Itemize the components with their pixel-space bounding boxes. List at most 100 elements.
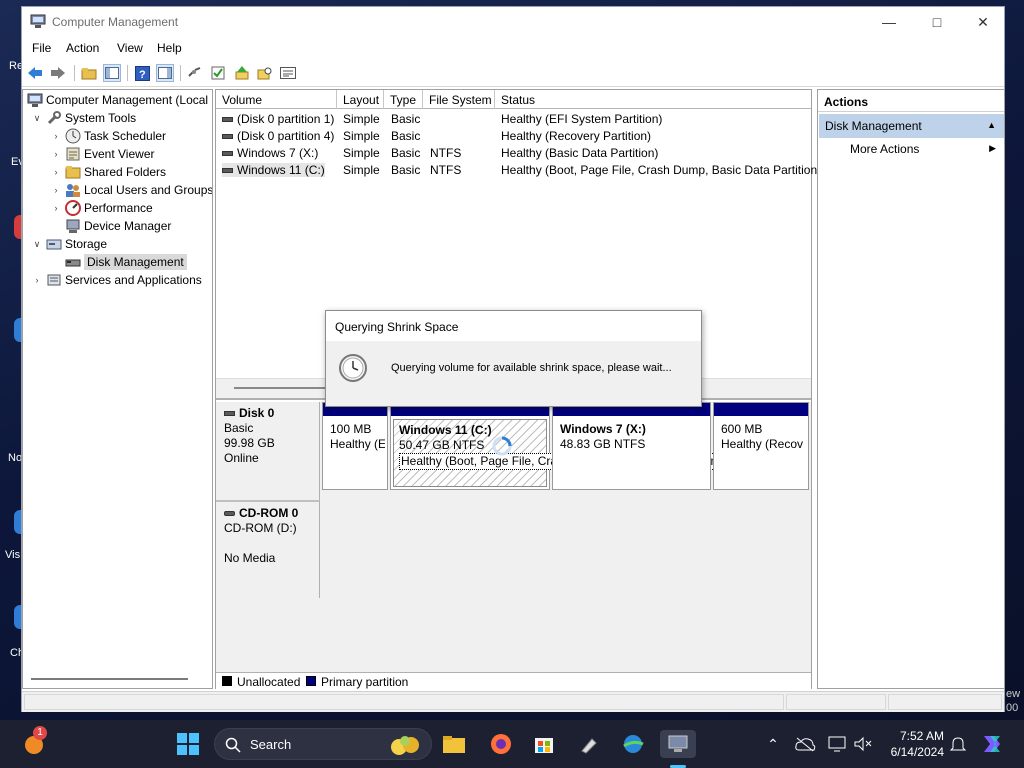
tree-item-services-apps[interactable]: › Services and Applications [31,271,202,289]
tree-item-label: Device Manager [84,219,172,233]
expand-chevron-icon[interactable]: › [31,275,43,285]
partition-efi[interactable]: 100 MB Healthy (E [322,402,388,490]
tree-item-performance[interactable]: › Performance [50,199,153,217]
volume-layout: Simple [343,146,380,160]
display-icon[interactable] [823,730,851,758]
up-folder-icon[interactable] [80,64,98,82]
clock-date: 6/14/2024 [890,745,944,759]
tree-item-disk-management[interactable]: Disk Management [50,253,187,271]
tree-item-storage[interactable]: ∨ Storage [31,235,107,253]
move-up-icon[interactable] [233,64,251,82]
menu-view[interactable]: View [117,41,143,55]
search-highlight-icon [391,736,419,755]
system-clock[interactable]: 7:52 AM 6/14/2024 [880,728,944,760]
maximize-button[interactable]: □ [914,7,960,37]
minimize-button[interactable]: — [866,7,912,37]
checklist-icon[interactable] [209,64,227,82]
volume-status: Healthy (Recovery Partition) [501,129,652,143]
partition-size: 600 MB [721,422,763,436]
disk-type: CD-ROM (D:) [224,521,297,535]
notifications-bell-icon[interactable] [944,730,972,758]
network-globe-icon[interactable] [619,730,647,758]
cloud-offline-icon[interactable] [791,730,819,758]
back-icon[interactable] [26,64,44,82]
volume-icon [222,168,233,174]
tree-root[interactable]: Computer Management (Local [25,91,208,109]
partition-status: Healthy (E [330,437,385,451]
firefox-icon[interactable] [487,730,515,758]
partition-size: 100 MB [330,422,372,436]
cdrom-empty-area [320,500,808,598]
menu-help[interactable]: Help [157,41,182,55]
dialog-message: Querying volume for available shrink spa… [391,362,672,374]
column-volume[interactable]: Volume [216,90,337,109]
shared-folder-icon [65,166,81,179]
connect-icon[interactable] [186,64,204,82]
properties-icon[interactable] [279,64,297,82]
taskbar-search-box[interactable]: Search [214,728,432,760]
tree-item-label: Services and Applications [65,273,202,287]
start-button-icon[interactable] [174,730,202,758]
expand-chevron-icon[interactable]: › [50,167,62,177]
copilot-icon[interactable] [978,730,1006,758]
tree-item-system-tools[interactable]: ∨ System Tools [31,109,136,127]
file-explorer-icon[interactable] [440,730,468,758]
expand-chevron-icon[interactable]: › [50,149,62,159]
volume-row-selected[interactable]: Windows 11 (C:) Simple Basic NTFS Health… [216,161,821,178]
column-file-system[interactable]: File System [423,90,495,109]
column-layout[interactable]: Layout [337,90,384,109]
tree-item-shared-folders[interactable]: › Shared Folders [50,163,167,181]
volume-status: Healthy (Basic Data Partition) [501,146,659,160]
disk-state: No Media [224,551,276,565]
more-actions-item[interactable]: More Actions [850,142,919,156]
show-hidden-icons-chevron-icon[interactable]: ⌃ [759,730,787,758]
legend-label: Primary partition [321,675,409,689]
desktop-edge-text: ew [1006,688,1021,700]
disk-0-label[interactable]: Disk 0 Basic 99.98 GB Online [216,402,320,500]
close-button[interactable]: ✕ [960,7,1006,37]
expand-chevron-icon[interactable]: › [50,131,62,141]
disk-icon [224,411,235,417]
computer-management-taskbar-icon[interactable] [660,730,696,758]
column-type[interactable]: Type [384,90,423,109]
volume-row[interactable]: Windows 7 (X:) Simple Basic NTFS Healthy… [216,144,811,161]
tree-item-device-manager[interactable]: Device Manager [50,217,171,235]
actions-pane: Actions Disk Management ▲ More Actions ▶ [817,89,1005,689]
status-segment [888,694,1002,710]
collapse-up-icon[interactable]: ▲ [987,120,996,130]
legend-swatch-unallocated [222,676,232,686]
help-icon[interactable]: ? [133,64,151,82]
collapse-chevron-icon[interactable]: ∨ [31,113,43,124]
collapse-chevron-icon[interactable]: ∨ [31,239,43,250]
microsoft-store-icon[interactable] [530,730,558,758]
partition-windows-11[interactable]: Windows 11 (C:) 50.47 GB NTFS Healthy (B… [390,402,724,490]
actions-section-disk-management[interactable]: Disk Management ▲ [819,114,1004,138]
cdrom-0-label[interactable]: CD-ROM 0 CD-ROM (D:) No Media [216,500,320,598]
volume-row[interactable]: (Disk 0 partition 1) Simple Basic Health… [216,110,811,127]
volume-layout: Simple [343,129,380,143]
menu-action[interactable]: Action [66,41,99,55]
partition-windows-7[interactable]: Windows 7 (X:) 48.83 GB NTFS [552,402,711,490]
tree-item-task-scheduler[interactable]: › Task Scheduler [50,127,166,145]
volume-row[interactable]: (Disk 0 partition 4) Simple Basic Health… [216,127,811,144]
volume-type: Basic [391,112,421,126]
dialog-title: Querying Shrink Space [326,311,701,341]
column-status[interactable]: Status [495,90,811,109]
forward-icon[interactable] [49,64,67,82]
tree-item-event-viewer[interactable]: › Event Viewer [50,145,155,163]
show-hide-console-tree-icon[interactable] [103,64,121,82]
menu-file[interactable]: File [32,41,51,55]
partition-recovery[interactable]: 600 MB Healthy (Recov [713,402,809,490]
expand-chevron-icon[interactable]: › [50,203,62,213]
show-hide-action-pane-icon[interactable] [156,64,174,82]
expand-chevron-icon[interactable]: › [50,185,62,195]
graphical-disk-view: Disk 0 Basic 99.98 GB Online 100 MB Heal… [216,402,811,672]
tools-icon [47,111,61,125]
title-bar[interactable]: Computer Management — □ ✕ [22,7,1004,37]
tree-horizontal-scrollbar[interactable] [31,678,188,680]
search-folder-icon[interactable] [256,64,274,82]
volume-muted-icon[interactable] [849,730,877,758]
tree-item-local-users[interactable]: › Local Users and Groups [50,181,212,199]
usb-drive-icon[interactable] [575,730,603,758]
volume-name: (Disk 0 partition 4) [237,129,335,143]
